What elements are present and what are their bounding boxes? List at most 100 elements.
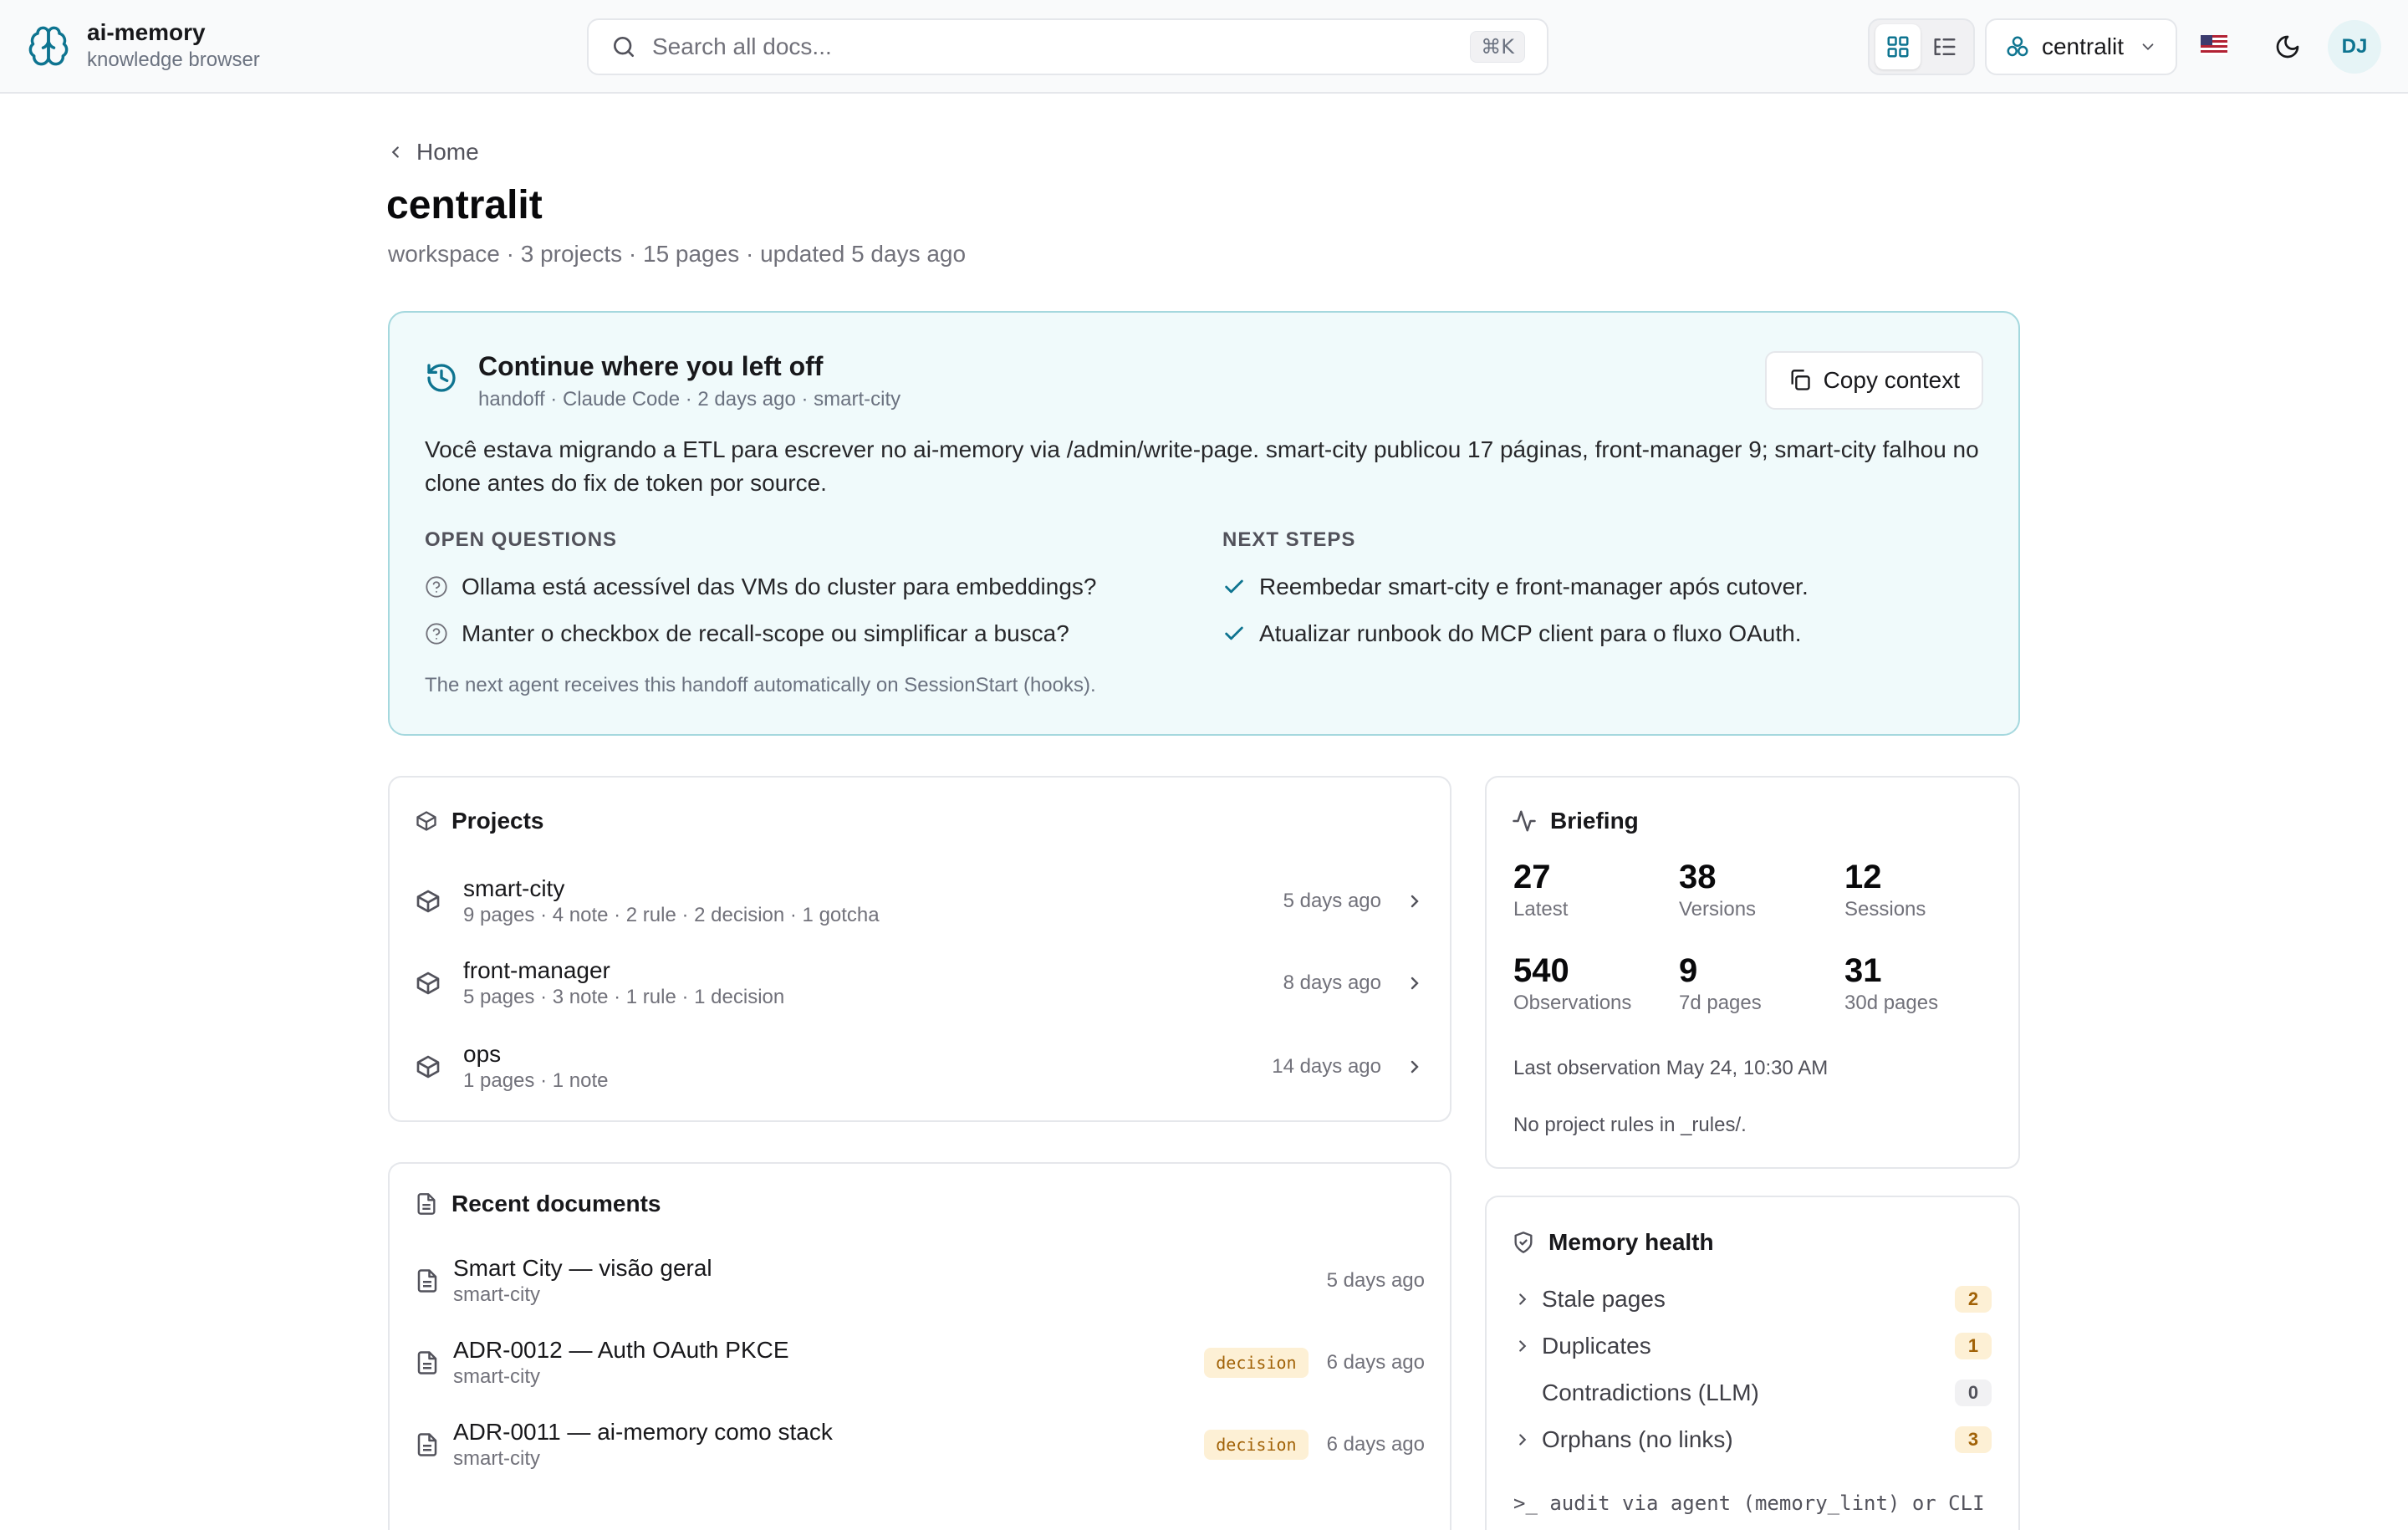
document-updated: 6 days ago — [1326, 1351, 1425, 1374]
view-toggle — [1868, 18, 1975, 75]
document-updated: 5 days ago — [1326, 1269, 1425, 1292]
stat-value: 27 — [1513, 859, 1551, 895]
stat-observations: 540 Observations — [1513, 951, 1631, 1017]
shield-icon — [1514, 1232, 1533, 1253]
list-view-button[interactable] — [1922, 24, 1967, 69]
stat-latest: 27 Latest — [1513, 858, 1568, 923]
app-title: ai-memory — [87, 19, 206, 45]
next-step-text: Atualizar runbook do MCP client para o f… — [1259, 620, 1802, 646]
next-steps-heading: NEXT STEPS — [1222, 528, 1356, 551]
briefing-heading-label: Briefing — [1550, 808, 1639, 834]
handoff-title: Continue where you left off — [478, 351, 824, 381]
file-text-icon — [417, 1351, 437, 1374]
copy-icon — [1791, 370, 1810, 390]
theme-toggle-button[interactable] — [2268, 27, 2308, 67]
memory-health-heading-label: Memory health — [1548, 1229, 1714, 1255]
document-project: smart-city — [453, 1283, 540, 1306]
app-subtitle: knowledge browser — [87, 48, 260, 71]
document-row[interactable]: Smart City — visão geral smart-city 5 da… — [415, 1241, 1425, 1321]
check-icon — [1225, 579, 1243, 594]
memory-health-card: Memory health Stale pages 2 Duplicates 1… — [1485, 1196, 2020, 1530]
stat-value: 540 — [1513, 952, 1569, 989]
breadcrumb-home-link[interactable]: Home — [386, 139, 479, 166]
health-count-badge: 1 — [1955, 1333, 1992, 1359]
open-question-text: Ollama está acessível das VMs do cluster… — [462, 574, 1097, 599]
copy-context-label: Copy context — [1823, 367, 1960, 393]
chevron-right-icon — [1411, 895, 1419, 908]
workspace-select-value: centralit — [2041, 33, 2125, 59]
stat-label: Versions — [1679, 898, 1757, 921]
projects-heading-label: Projects — [452, 808, 544, 834]
project-updated: 5 days ago — [1283, 890, 1381, 912]
project-row[interactable]: ops 1 pages · 1 note 14 days ago — [415, 1027, 1425, 1107]
document-type-badge: decision — [1204, 1430, 1309, 1460]
next-steps: NEXT STEPS Reembedar smart-city e front-… — [1222, 528, 1975, 657]
us-flag-icon[interactable] — [2201, 35, 2227, 55]
stat-label: 30d pages — [1844, 992, 1939, 1014]
project-name: ops — [463, 1041, 502, 1067]
memory-health-heading: Memory health — [1512, 1229, 1714, 1256]
chevron-right-icon — [1519, 1293, 1527, 1305]
stat-label: 7d pages — [1679, 992, 1762, 1014]
stat-7d-pages: 9 7d pages — [1679, 951, 1762, 1017]
chevron-left-icon — [391, 146, 399, 158]
health-label: Stale pages — [1542, 1286, 1666, 1312]
user-avatar[interactable]: DJ — [2328, 20, 2381, 74]
document-row[interactable]: ADR-0011 — ai-memory como stack smart-ci… — [415, 1405, 1425, 1485]
stat-label: Latest — [1513, 898, 1569, 921]
project-row[interactable]: front-manager 5 pages · 3 note · 1 rule … — [415, 943, 1425, 1023]
health-label: Contradictions (LLM) — [1542, 1380, 1759, 1405]
stat-value: 38 — [1679, 859, 1717, 895]
page-title: centralit — [386, 183, 543, 227]
health-stale-pages[interactable]: Stale pages 2 — [1513, 1276, 1992, 1323]
rules-note: No project rules in _rules/. — [1513, 1114, 1747, 1136]
search-input[interactable] — [652, 33, 1471, 60]
document-title: ADR-0011 — ai-memory como stack — [453, 1419, 833, 1445]
grid-view-button[interactable] — [1875, 24, 1921, 69]
next-step-item: Reembedar smart-city e front-manager apó… — [1222, 564, 1975, 610]
document-project: smart-city — [453, 1447, 540, 1470]
copy-context-button[interactable]: Copy context — [1764, 351, 1983, 410]
document-row[interactable]: ADR-0012 — Auth OAuth PKCE smart-city de… — [415, 1323, 1425, 1403]
page-meta: workspace · 3 projects · 15 pages · upda… — [388, 241, 967, 267]
health-label: Duplicates — [1542, 1333, 1651, 1359]
chevron-down-icon — [2142, 43, 2154, 51]
brain-icon — [28, 26, 69, 66]
project-row[interactable]: smart-city 9 pages · 4 note · 2 rule · 2… — [415, 861, 1425, 941]
last-observation: Last observation May 24, 10:30 AM — [1513, 1057, 1829, 1079]
stat-label: Observations — [1513, 992, 1632, 1014]
health-count-badge: 3 — [1955, 1426, 1992, 1453]
cli-hint: >_ audit via agent (memory_lint) or CLI — [1513, 1492, 1985, 1515]
health-count-badge: 0 — [1955, 1380, 1992, 1406]
open-question-item: Ollama está acessível das VMs do cluster… — [425, 564, 1177, 610]
next-step-text: Reembedar smart-city e front-manager apó… — [1259, 574, 1809, 599]
grid-icon — [1887, 36, 1909, 58]
search-icon — [614, 37, 634, 57]
moon-icon — [2276, 35, 2299, 59]
open-questions: OPEN QUESTIONS Ollama está acessível das… — [425, 528, 1177, 657]
box-icon — [416, 1055, 440, 1079]
file-text-icon — [417, 1269, 437, 1293]
health-label: Orphans (no links) — [1542, 1426, 1733, 1452]
health-orphans[interactable]: Orphans (no links) 3 — [1513, 1416, 1992, 1463]
health-duplicates[interactable]: Duplicates 1 — [1513, 1323, 1992, 1369]
workspace-select[interactable]: centralit — [1985, 18, 2177, 75]
chevron-right-icon — [1519, 1434, 1527, 1446]
check-icon — [1225, 626, 1243, 640]
stat-label: Sessions — [1844, 898, 1926, 921]
question-circle-icon — [426, 623, 447, 645]
project-stats: 1 pages · 1 note — [463, 1069, 609, 1092]
breadcrumb-label: Home — [416, 139, 479, 165]
box-icon — [416, 972, 440, 995]
next-step-item: Atualizar runbook do MCP client para o f… — [1222, 610, 1975, 657]
file-text-icon — [417, 1193, 436, 1215]
handoff-card: Continue where you left off handoff · Cl… — [388, 311, 2020, 736]
brand[interactable]: ai-memory knowledge browser — [27, 18, 260, 74]
stat-value: 31 — [1844, 952, 1882, 989]
box-icon — [416, 811, 436, 831]
projects-heading: Projects — [415, 808, 544, 834]
search-box[interactable]: ⌘K — [587, 18, 1548, 75]
handoff-subtitle: handoff · Claude Code · 2 days ago · sma… — [478, 388, 901, 411]
document-title: Smart City — visão geral — [453, 1255, 712, 1281]
question-circle-icon — [426, 576, 447, 598]
